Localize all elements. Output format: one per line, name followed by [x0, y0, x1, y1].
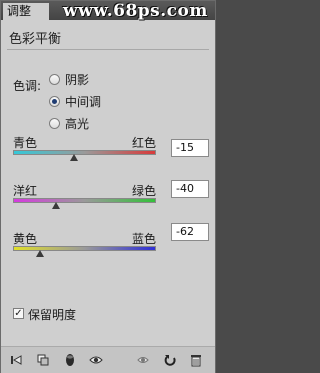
magenta-label: 洋红 — [13, 184, 38, 198]
tab-adjustments[interactable]: 调整 — [3, 3, 49, 20]
adjustments-panel: 调整 www.68ps.com 色彩平衡 色调: 阴影 中间调 高光 青色 红色… — [0, 0, 216, 373]
cyan-red-value-input[interactable]: -15 — [171, 139, 209, 157]
title-divider — [7, 49, 209, 50]
preserve-luminosity-checkbox[interactable]: ✓ — [13, 308, 24, 319]
magenta-green-slider-track[interactable] — [13, 198, 156, 203]
yellow-blue-slider-track[interactable] — [13, 246, 156, 251]
radio-shadows-indicator[interactable] — [49, 73, 60, 85]
reset-icon[interactable] — [163, 353, 177, 367]
radio-shadows-label: 阴影 — [65, 72, 90, 87]
radio-highlights-label: 高光 — [65, 116, 90, 131]
tone-label: 色调: — [13, 79, 42, 93]
green-label: 绿色 — [132, 184, 157, 198]
watermark-text: www.68ps.com — [63, 1, 208, 21]
magenta-green-value-input[interactable]: -40 — [171, 180, 209, 198]
back-arrow-icon[interactable] — [9, 353, 23, 367]
radio-highlights[interactable]: 高光 — [49, 115, 89, 131]
radio-midtones[interactable]: 中间调 — [49, 93, 101, 109]
radio-highlights-indicator[interactable] — [49, 117, 60, 129]
red-label: 红色 — [132, 136, 157, 150]
preserve-luminosity-label: 保留明度 — [28, 308, 77, 322]
visibility-eye-icon-2[interactable] — [89, 353, 103, 367]
panel-tab-bar: 调整 www.68ps.com — [1, 1, 215, 21]
visibility-eye-icon[interactable] — [63, 353, 77, 367]
panel-bottom-toolbar — [1, 346, 215, 373]
cyan-red-slider-track[interactable] — [13, 150, 156, 155]
blue-label: 蓝色 — [132, 232, 157, 246]
trash-icon[interactable] — [189, 353, 203, 367]
radio-shadows[interactable]: 阴影 — [49, 71, 89, 87]
magenta-green-slider-thumb[interactable] — [51, 202, 60, 209]
yellow-blue-value-input[interactable]: -62 — [171, 223, 209, 241]
yellow-blue-slider-thumb[interactable] — [36, 250, 45, 257]
radio-midtones-label: 中间调 — [65, 94, 102, 109]
cyan-label: 青色 — [13, 136, 38, 150]
clip-layer-icon[interactable] — [36, 353, 50, 367]
panel-title: 色彩平衡 — [9, 32, 62, 47]
view-previous-icon[interactable] — [136, 353, 150, 367]
radio-midtones-indicator[interactable] — [49, 95, 60, 107]
cyan-red-slider-thumb[interactable] — [69, 154, 78, 161]
yellow-label: 黄色 — [13, 232, 38, 246]
